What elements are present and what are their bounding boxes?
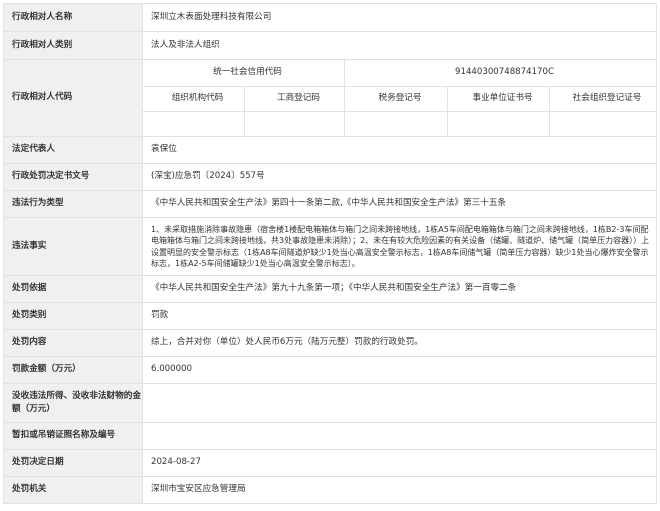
label-basis: 处罚依据 xyxy=(3,275,143,303)
value-confiscation xyxy=(141,383,658,423)
row-legal-rep: 法定代表人 袁保位 xyxy=(3,136,658,164)
label-authority: 处罚机关 xyxy=(3,476,143,504)
value-legal-rep: 袁保位 xyxy=(141,136,658,164)
row-basis: 处罚依据 《中华人民共和国安全生产法》第九十九条第一项；《中华人民共和国安全生产… xyxy=(3,275,658,303)
value-social-org-reg xyxy=(548,111,658,137)
row-doc-no: 行政处罚决定书文号 (深宝)应急罚〔2024〕557号 xyxy=(3,163,658,191)
value-violation-type: 《中华人民共和国安全生产法》第四十一条第二款,《中华人民共和国安全生产法》第三十… xyxy=(141,190,658,218)
label-facts: 违法事实 xyxy=(3,217,143,276)
value-penalty-type: 罚款 xyxy=(141,302,658,330)
label-penalty-type: 处罚类别 xyxy=(3,302,143,330)
value-license xyxy=(141,422,658,450)
row-name: 行政相对人名称 深圳立木表面处理科技有限公司 xyxy=(3,3,658,32)
header-tax-reg: 税务登记号 xyxy=(344,86,448,112)
row-facts: 违法事实 1、未采取措施消除事故隐患（宿舍楼1楼配电箱箱体与箱门之间未跨接地线，… xyxy=(3,217,658,276)
row-category: 行政相对人类别 法人及非法人组织 xyxy=(3,31,658,60)
row-amount: 罚款金额（万元） 6.000000 xyxy=(3,356,658,384)
row-license: 暂扣或吊销证照名称及编号 xyxy=(3,422,658,450)
label-code: 行政相对人代码 xyxy=(3,59,143,137)
label-legal-rep: 法定代表人 xyxy=(3,136,143,164)
penalty-info-table: 行政相对人名称 深圳立木表面处理科技有限公司 行政相对人类别 法人及非法人组织 … xyxy=(3,3,658,504)
credit-code-value: 91440300748874170C xyxy=(343,59,658,87)
row-content: 处罚内容 综上，合并对你（单位）处人民币6万元（陆万元整）罚款的行政处罚。 xyxy=(3,329,658,357)
label-amount: 罚款金额（万元） xyxy=(3,356,143,384)
label-doc-no: 行政处罚决定书文号 xyxy=(3,163,143,191)
value-business-reg xyxy=(244,111,345,137)
value-basis: 《中华人民共和国安全生产法》第九十九条第一项；《中华人民共和国安全生产法》第一百… xyxy=(141,275,658,303)
row-confiscation: 没收违法所得、没收非法财物的金额（万元） xyxy=(3,383,658,423)
value-institution-cert xyxy=(447,111,550,137)
label-license: 暂扣或吊销证照名称及编号 xyxy=(3,422,143,450)
row-violation-type: 违法行为类型 《中华人民共和国安全生产法》第四十一条第二款,《中华人民共和国安全… xyxy=(3,190,658,218)
row-code-credit: 行政相对人代码 统一社会信用代码 91440300748874170C xyxy=(3,59,658,137)
label-content: 处罚内容 xyxy=(3,329,143,357)
row-date: 处罚决定日期 2024-08-27 xyxy=(3,449,658,477)
value-org-code xyxy=(142,111,245,137)
value-name: 深圳立木表面处理科技有限公司 xyxy=(141,3,658,32)
label-name: 行政相对人名称 xyxy=(3,3,143,32)
label-confiscation: 没收违法所得、没收非法财物的金额（万元） xyxy=(3,383,143,423)
row-authority: 处罚机关 深圳市宝安区应急管理局 xyxy=(3,476,658,504)
value-authority: 深圳市宝安区应急管理局 xyxy=(141,476,658,504)
row-penalty-type: 处罚类别 罚款 xyxy=(3,302,658,330)
credit-code-label: 统一社会信用代码 xyxy=(142,59,345,87)
label-violation-type: 违法行为类型 xyxy=(3,190,143,218)
value-tax-reg xyxy=(344,111,448,137)
header-org-code: 组织机构代码 xyxy=(142,86,245,112)
value-doc-no: (深宝)应急罚〔2024〕557号 xyxy=(141,163,658,191)
value-amount: 6.000000 xyxy=(141,356,658,384)
value-category: 法人及非法人组织 xyxy=(141,31,658,60)
header-institution-cert: 事业单位证书号 xyxy=(447,86,550,112)
value-facts: 1、未采取措施消除事故隐患（宿舍楼1楼配电箱箱体与箱门之间未跨接地线，1栋A5车… xyxy=(141,217,658,276)
value-content: 综上，合并对你（单位）处人民币6万元（陆万元整）罚款的行政处罚。 xyxy=(141,329,658,357)
header-social-org-reg: 社会组织登记证号 xyxy=(548,86,658,112)
header-business-reg: 工商登记码 xyxy=(244,86,345,112)
value-date: 2024-08-27 xyxy=(141,449,658,477)
label-date: 处罚决定日期 xyxy=(3,449,143,477)
label-category: 行政相对人类别 xyxy=(3,31,143,60)
